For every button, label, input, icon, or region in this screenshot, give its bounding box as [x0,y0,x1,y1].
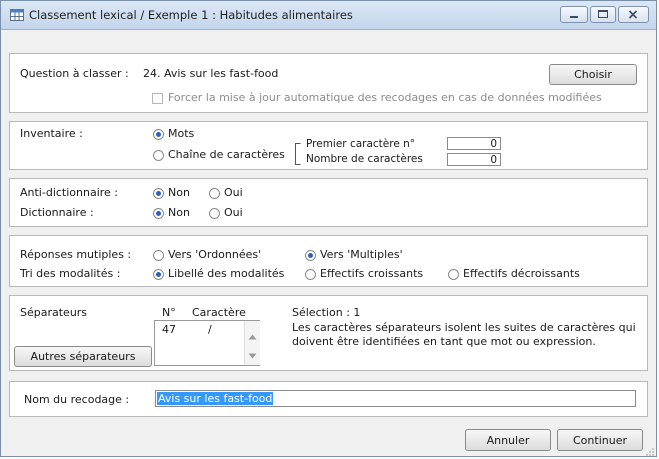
separators-description-line1: Les caractères séparateurs isolent les s… [292,321,636,334]
separators-col-char: Caractère [192,306,246,319]
multiple-multiple-radio[interactable] [305,250,316,261]
close-icon [628,10,638,19]
sort-desc-label: Effectifs décroissants [463,267,580,280]
anti-dictionary-no-radio[interactable] [153,188,164,199]
scroll-up-icon[interactable] [248,334,257,340]
continue-button[interactable]: Continuer [557,429,643,451]
bracket-icon [295,143,301,165]
question-value: 24. Avis sur les fast-food [143,67,279,80]
sort-label: Tri des modalités : [20,267,121,280]
recode-name-value: Avis sur les fast-food [157,392,274,405]
recode-label: Nom du recodage : [24,393,130,406]
minimize-icon [570,16,578,18]
anti-dictionary-yes-radio[interactable] [209,188,220,199]
anti-dictionary-label: Anti-dictionnaire : [20,186,119,199]
anti-dictionary-no-label: Non [168,186,190,199]
inventory-label: Inventaire : [20,127,83,140]
anti-dictionary-yes-label: Oui [224,186,243,199]
inventory-words-radio[interactable] [153,129,164,140]
dictionary-label: Dictionnaire : [20,206,94,219]
choose-button[interactable]: Choisir [549,64,637,85]
dictionary-no-radio[interactable] [153,208,164,219]
sort-label-option: Libellé des modalités [168,267,285,280]
num-chars-label: Nombre de caractères [306,153,423,165]
first-char-label: Premier caractère n° [306,138,416,150]
sort-asc-label: Effectifs croissants [320,267,424,280]
maximize-icon [598,10,608,18]
dictionary-no-label: Non [168,206,190,219]
force-update-checkbox[interactable] [152,93,163,104]
sorting-panel: Réponses mutiples : Vers 'Ordonnées' Ver… [9,235,648,287]
table-icon [10,9,24,21]
multiple-ordered-label: Vers 'Ordonnées' [168,248,262,261]
other-separators-button[interactable]: Autres séparateurs [14,346,152,367]
inventory-panel: Inventaire : Mots Chaîne de caractères P… [9,121,648,170]
inventory-chars-radio[interactable] [153,150,164,161]
separators-col-number: N° [162,306,176,319]
multiple-ordered-radio[interactable] [153,250,164,261]
separators-label: Séparateurs [20,306,88,319]
first-char-input[interactable]: 0 [447,137,501,150]
separators-list[interactable]: 47 / [154,320,260,366]
multiple-multiple-label: Vers 'Multiples' [320,248,403,261]
separator-row-char[interactable]: / [208,323,212,336]
force-update-label: Forcer la mise à jour automatique des re… [168,91,602,104]
dictionary-yes-label: Oui [224,206,243,219]
question-panel: Question à classer : 24. Avis sur les fa… [9,53,648,113]
inventory-chars-label: Chaîne de caractères [168,148,285,161]
multiple-label: Réponses mutiples : [20,248,132,261]
separators-selection: Sélection : 1 [292,306,361,319]
separators-description-line2: doivent être identifiées en tant que mot… [292,335,596,348]
sort-asc-radio[interactable] [305,269,316,280]
resize-grip-icon[interactable] [646,447,655,456]
close-button[interactable] [618,6,649,23]
dictionary-panel: Anti-dictionnaire : Non Oui Dictionnaire… [9,178,648,227]
sort-desc-radio[interactable] [448,269,459,280]
cancel-button[interactable]: Annuler [465,429,551,451]
dictionary-yes-radio[interactable] [209,208,220,219]
recode-panel: Nom du recodage : Avis sur les fast-food [9,381,648,417]
dialog-window: Classement lexical / Exemple 1 : Habitud… [0,0,657,457]
window-title: Classement lexical / Exemple 1 : Habitud… [29,8,353,22]
minimize-button[interactable] [560,6,588,23]
title-bar[interactable]: Classement lexical / Exemple 1 : Habitud… [1,1,656,30]
sort-label-radio[interactable] [153,269,164,280]
maximize-button[interactable] [590,6,616,23]
question-label: Question à classer : [20,67,129,80]
inventory-words-label: Mots [168,127,195,140]
num-chars-input[interactable]: 0 [447,153,501,166]
separator-row-number[interactable]: 47 [162,323,176,336]
separators-scrollbar[interactable] [244,321,260,365]
separators-panel: Séparateurs N° Caractère 47 / Sélection … [9,295,648,371]
recode-name-input[interactable]: Avis sur les fast-food [155,390,636,407]
scroll-down-icon[interactable] [248,353,257,359]
